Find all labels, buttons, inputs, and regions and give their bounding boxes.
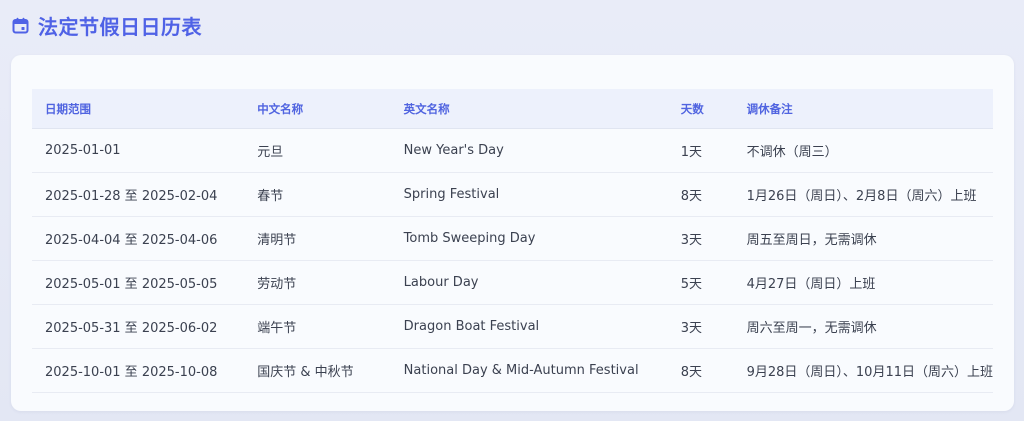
cell-date-range: 2025-05-31 至 2025-06-02 <box>32 304 245 349</box>
cell-cn-name: 劳动节 <box>244 260 391 305</box>
cell-note: 4月27日（周日）上班 <box>733 260 993 305</box>
cell-en-name: Tomb Sweeping Day <box>390 216 668 261</box>
cell-cn-name: 元旦 <box>244 128 391 173</box>
page-title: 法定节假日日历表 <box>38 14 202 39</box>
cell-date-range: 2025-10-01 至 2025-10-08 <box>32 348 245 393</box>
cell-note: 不调休（周三） <box>733 128 993 173</box>
cell-days: 3天 <box>667 216 734 261</box>
cell-cn-name: 春节 <box>244 172 391 217</box>
table-row: 2025-01-01 元旦 New Year's Day 1天 不调休（周三） <box>32 128 993 173</box>
cell-en-name: Labour Day <box>390 260 668 305</box>
column-header-date-range[interactable]: 日期范围 <box>32 89 245 129</box>
column-header-cn-name[interactable]: 中文名称 <box>244 89 391 129</box>
cell-days: 8天 <box>667 348 734 393</box>
holiday-table-card: 日期范围 中文名称 英文名称 天数 调休备注 2025-01-01 元旦 New… <box>11 55 1014 411</box>
cell-note: 1月26日（周日）、2月8日（周六）上班 <box>733 172 993 217</box>
table-header-row: 日期范围 中文名称 英文名称 天数 调休备注 <box>32 89 993 129</box>
page-header: 法定节假日日历表 <box>12 10 202 40</box>
column-header-days[interactable]: 天数 <box>667 89 734 129</box>
cell-en-name: New Year's Day <box>390 128 668 173</box>
cell-en-name: Dragon Boat Festival <box>390 304 668 349</box>
cell-days: 8天 <box>667 172 734 217</box>
page: 法定节假日日历表 日期范围 中文名称 英文名称 天数 调休备注 2025-01-… <box>0 0 1024 421</box>
cell-cn-name: 端午节 <box>244 304 391 349</box>
cell-date-range: 2025-01-28 至 2025-02-04 <box>32 172 245 217</box>
cell-days: 5天 <box>667 260 734 305</box>
column-header-en-name[interactable]: 英文名称 <box>390 89 668 129</box>
holiday-table: 日期范围 中文名称 英文名称 天数 调休备注 2025-01-01 元旦 New… <box>32 89 993 393</box>
table-row: 2025-05-01 至 2025-05-05 劳动节 Labour Day 5… <box>32 260 993 305</box>
cell-note: 周六至周一，无需调休 <box>733 304 993 349</box>
table-row: 2025-01-28 至 2025-02-04 春节 Spring Festiv… <box>32 172 993 217</box>
cell-days: 1天 <box>667 128 734 173</box>
calendar-icon <box>12 17 29 34</box>
cell-en-name: Spring Festival <box>390 172 668 217</box>
cell-note: 周五至周日，无需调休 <box>733 216 993 261</box>
column-header-note[interactable]: 调休备注 <box>733 89 993 129</box>
cell-note: 9月28日（周日）、10月11日（周六）上班 <box>733 348 993 393</box>
cell-cn-name: 清明节 <box>244 216 391 261</box>
table-row: 2025-05-31 至 2025-06-02 端午节 Dragon Boat … <box>32 304 993 349</box>
cell-date-range: 2025-04-04 至 2025-04-06 <box>32 216 245 261</box>
table-row: 2025-10-01 至 2025-10-08 国庆节 & 中秋节 Nation… <box>32 348 993 393</box>
table-row: 2025-04-04 至 2025-04-06 清明节 Tomb Sweepin… <box>32 216 993 261</box>
cell-cn-name: 国庆节 & 中秋节 <box>244 348 391 393</box>
cell-date-range: 2025-01-01 <box>32 128 245 173</box>
cell-days: 3天 <box>667 304 734 349</box>
cell-en-name: National Day & Mid-Autumn Festival <box>390 348 668 393</box>
cell-date-range: 2025-05-01 至 2025-05-05 <box>32 260 245 305</box>
